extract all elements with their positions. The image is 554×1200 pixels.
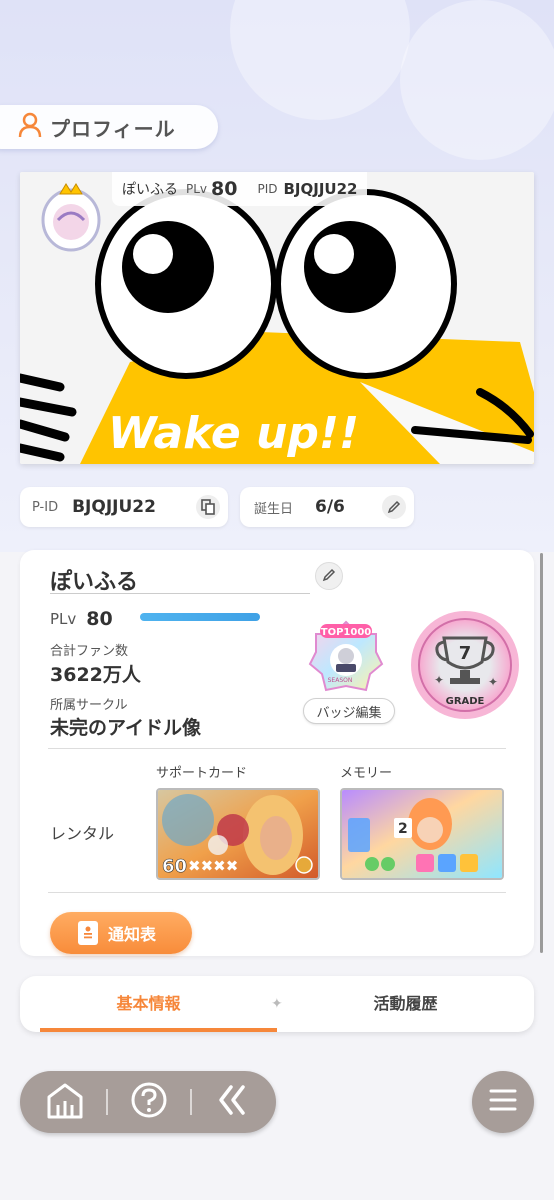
tab-bar: 基本情報 活動履歴 ✦ xyxy=(20,976,534,1032)
user-icon xyxy=(18,112,42,142)
nav-separator xyxy=(106,1089,109,1115)
banner-username: ぽいふる xyxy=(122,182,178,198)
pid-pill: P-ID BJQJJU22 xyxy=(20,487,228,527)
background-decoration xyxy=(230,0,410,120)
banner-plv-label: PLv xyxy=(186,182,208,196)
rental-label: レンタル xyxy=(50,824,115,843)
divider xyxy=(48,892,506,893)
svg-text:60: 60 xyxy=(162,856,187,877)
emblem-icon xyxy=(41,183,101,252)
menu-icon xyxy=(488,1088,518,1116)
badge-edit-button[interactable]: バッジ編集 xyxy=(303,698,395,724)
document-icon xyxy=(78,921,98,945)
grade-badge[interactable]: 7 GRADE ✦ ✦ xyxy=(408,608,522,722)
back-icon[interactable] xyxy=(213,1081,251,1123)
memory-label: メモリー xyxy=(340,766,393,781)
bottom-nav xyxy=(20,1071,276,1133)
username: ぽいふる xyxy=(50,564,310,595)
banner-plv-value: 80 xyxy=(211,178,238,200)
svg-text:✖✖✖✖: ✖✖✖✖ xyxy=(188,857,238,875)
circle-value: 未完のアイドル像 xyxy=(50,717,202,739)
birthday-value: 6/6 xyxy=(315,497,345,517)
banner-pid-label: PID xyxy=(257,182,278,196)
support-card-label: サポートカード xyxy=(156,766,248,781)
top1000-badge[interactable]: TOP1000 SEASON xyxy=(306,616,386,696)
profile-card: ぽいふる PLv 80 合計ファン数 3622万人 所属サークル 未完のアイドル… xyxy=(20,550,534,956)
xp-bar xyxy=(140,613,260,621)
birthday-label: 誕生日 xyxy=(254,501,294,517)
pencil-icon xyxy=(322,567,336,586)
banner-info: ぽいふる PLv 80 PID BJQJJU22 xyxy=(112,172,368,206)
report-card-button[interactable]: 通知表 xyxy=(50,912,192,954)
nav-separator xyxy=(189,1089,192,1115)
svg-text:7: 7 xyxy=(459,643,472,664)
scrollbar[interactable] xyxy=(540,553,543,953)
memory-card[interactable]: 2 xyxy=(340,788,504,880)
plv-value: 80 xyxy=(86,608,113,630)
divider xyxy=(48,748,506,749)
sparkle-icon: ✦ xyxy=(271,996,283,1012)
pencil-icon[interactable] xyxy=(382,495,406,519)
edit-name-button[interactable] xyxy=(315,562,343,590)
background-decoration xyxy=(400,0,554,160)
svg-text:GRADE: GRADE xyxy=(446,696,485,707)
pid-value: BJQJJU22 xyxy=(72,497,156,517)
circle-label: 所属サークル xyxy=(50,698,128,713)
page-title-pill: プロフィール xyxy=(0,105,218,149)
player-level: PLv 80 xyxy=(50,608,113,630)
fans-value: 3622万人 xyxy=(50,664,141,686)
svg-text:✦: ✦ xyxy=(434,673,444,687)
svg-text:Wake up!!: Wake up!! xyxy=(108,408,359,459)
tab-activity-history[interactable]: 活動履歴 xyxy=(277,976,534,1032)
svg-text:2: 2 xyxy=(398,821,408,837)
support-card[interactable]: 60 ✖✖✖✖ xyxy=(156,788,320,880)
help-icon[interactable] xyxy=(130,1081,168,1123)
plv-label: PLv xyxy=(50,610,77,628)
report-card-label: 通知表 xyxy=(108,925,157,944)
home-icon[interactable] xyxy=(45,1081,85,1123)
svg-text:SEASON: SEASON xyxy=(328,677,353,684)
copy-icon[interactable] xyxy=(196,495,220,519)
page-title: プロフィール xyxy=(50,116,176,141)
fans-label: 合計ファン数 xyxy=(50,644,129,659)
banner-pid-value: BJQJJU22 xyxy=(283,180,358,198)
tab-basic-info[interactable]: 基本情報 xyxy=(20,976,277,1032)
pid-label: P-ID xyxy=(32,499,59,515)
svg-text:✦: ✦ xyxy=(488,675,498,689)
menu-button[interactable] xyxy=(472,1071,534,1133)
profile-banner[interactable]: Wake up!! ぽいふる PLv 80 PID BJQJJU22 xyxy=(20,172,534,464)
svg-text:TOP1000: TOP1000 xyxy=(321,627,372,638)
birthday-pill: 誕生日 6/6 xyxy=(240,487,414,527)
